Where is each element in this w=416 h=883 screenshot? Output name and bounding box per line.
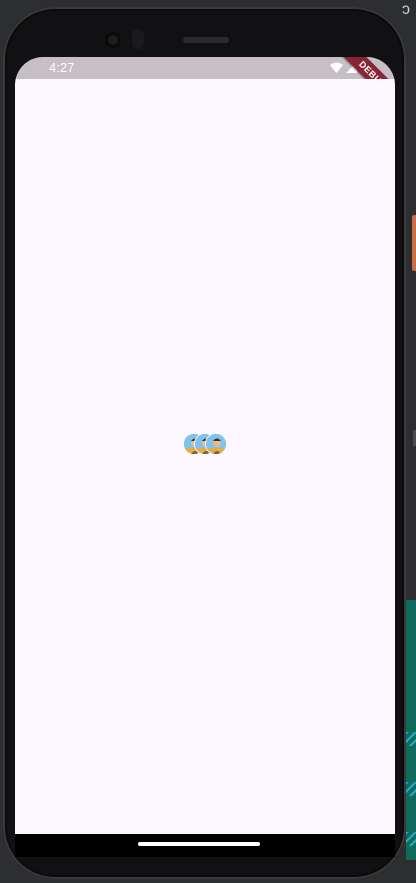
home-gesture-handle[interactable] <box>138 842 260 846</box>
side-accent-bar <box>412 215 416 271</box>
top-corner-glyph: ↄ <box>402 1 410 18</box>
status-time: 4:27 <box>49 60 75 75</box>
phone-screen: 4:27 DEBUG <box>15 57 395 857</box>
status-bar: 4:27 <box>15 57 395 79</box>
proximity-sensor <box>132 29 144 49</box>
emulator-window: ↄ 4:27 DEBUG <box>0 0 416 883</box>
avatar-stack <box>183 433 227 455</box>
side-panel-strip <box>406 600 416 860</box>
app-body <box>15 79 395 834</box>
avatar <box>205 433 227 455</box>
front-camera <box>105 32 121 48</box>
earpiece-speaker <box>183 37 229 43</box>
wifi-icon <box>330 61 343 76</box>
